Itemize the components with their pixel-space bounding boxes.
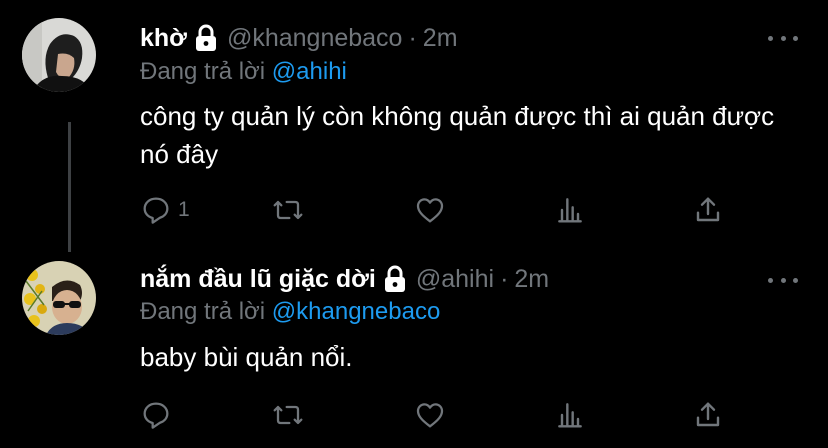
retweet-button[interactable] xyxy=(272,398,304,432)
lock-icon xyxy=(382,265,408,293)
handle[interactable]: @khangnebaco xyxy=(227,24,403,53)
tweet-text: baby bùi quản nổi. xyxy=(140,342,353,372)
tweet-actions: 1 xyxy=(140,193,740,227)
replying-to: Đang trả lời @khangnebaco xyxy=(140,298,440,326)
separator-dot: · xyxy=(500,264,509,293)
avatar[interactable] xyxy=(22,18,96,92)
retweet-button[interactable] xyxy=(272,193,304,227)
lock-icon xyxy=(193,24,219,52)
reply-button[interactable] xyxy=(140,398,178,432)
share-icon xyxy=(696,197,720,222)
tweet-text: công ty quản lý còn không quản được thì … xyxy=(140,101,775,169)
more-options-icon[interactable] xyxy=(768,270,798,290)
timestamp[interactable]: 2m xyxy=(514,265,549,294)
share-button[interactable] xyxy=(692,193,724,227)
tweet-header: nắm đầu lũ giặc dời @ahihi · 2m xyxy=(140,262,549,296)
tweet[interactable]: nắm đầu lũ giặc dời @ahihi · 2m Đang trả… xyxy=(0,248,828,448)
reply-icon xyxy=(143,402,169,429)
analytics-icon xyxy=(558,198,582,223)
separator-dot: · xyxy=(408,23,417,52)
replying-to: Đang trả lời @ahihi xyxy=(140,58,347,86)
like-icon xyxy=(416,403,444,428)
avatar[interactable] xyxy=(22,261,96,335)
tweet[interactable]: khờ @khangnebaco · 2m Đang trả lời @ahih… xyxy=(0,0,828,252)
tweet-actions xyxy=(140,398,740,432)
tweet-header: khờ @khangnebaco · 2m xyxy=(140,21,458,55)
like-button[interactable] xyxy=(414,193,446,227)
retweet-icon xyxy=(273,405,303,425)
share-icon xyxy=(696,402,720,427)
handle[interactable]: @ahihi xyxy=(416,265,494,294)
display-name[interactable]: khờ xyxy=(140,24,187,53)
replying-to-label: Đang trả lời xyxy=(140,298,266,325)
like-button[interactable] xyxy=(414,398,446,432)
more-options-icon[interactable] xyxy=(768,28,798,48)
reply-button[interactable]: 1 xyxy=(140,193,190,227)
display-name[interactable]: nắm đầu lũ giặc dời xyxy=(140,265,376,294)
analytics-button[interactable] xyxy=(554,398,586,432)
replying-to-label: Đang trả lời xyxy=(140,58,266,85)
like-icon xyxy=(416,198,444,223)
analytics-icon xyxy=(558,403,582,428)
thread-line xyxy=(68,122,71,252)
reply-icon xyxy=(143,197,169,224)
retweet-icon xyxy=(273,200,303,220)
share-button[interactable] xyxy=(692,398,724,432)
analytics-button[interactable] xyxy=(554,193,586,227)
reply-mention-link[interactable]: @ahihi xyxy=(272,58,347,85)
reply-mention-link[interactable]: @khangnebaco xyxy=(272,298,441,325)
reply-count: 1 xyxy=(178,198,190,221)
timestamp[interactable]: 2m xyxy=(423,24,458,53)
